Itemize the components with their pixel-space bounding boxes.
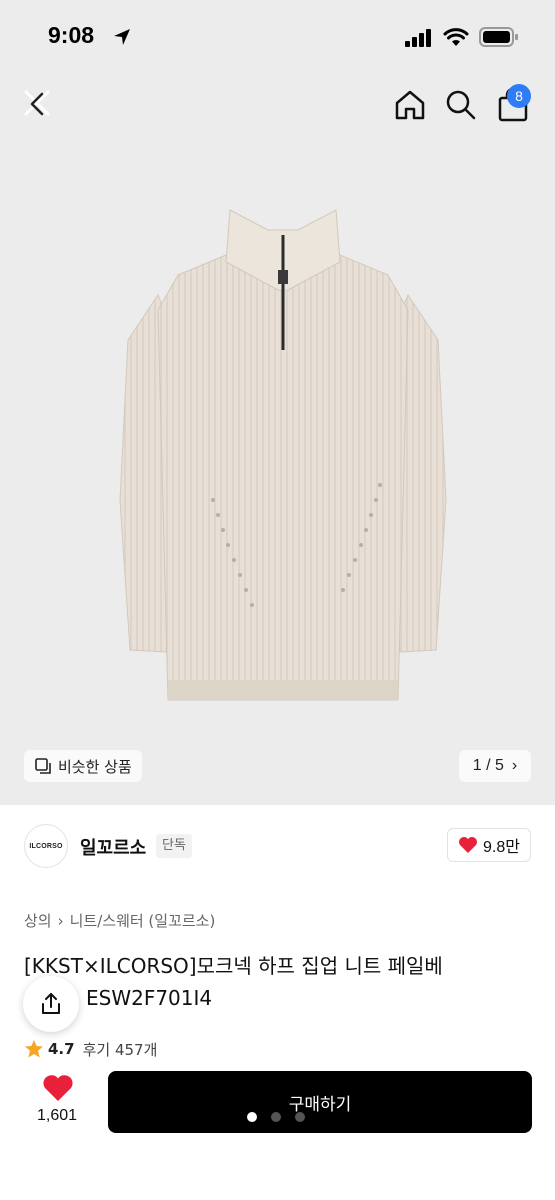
breadcrumb-item-top[interactable]: 상의 — [24, 912, 52, 930]
buy-button-label: 구매하기 — [288, 1094, 352, 1115]
page-dot — [271, 1112, 281, 1122]
chevron-right-icon: › — [57, 912, 64, 930]
review-count: 후기 457개 — [82, 1040, 158, 1059]
rating-score: 4.7 — [48, 1040, 75, 1058]
breadcrumb: 상의 › 니트/스웨터 (일꼬르소) — [24, 910, 215, 931]
exclusive-badge: 단독 — [156, 834, 192, 858]
close-icon[interactable] — [20, 86, 54, 120]
brand-like-button[interactable]: 9.8만 — [447, 828, 531, 862]
page-dot — [295, 1112, 305, 1122]
brand-like-count: 9.8만 — [483, 839, 520, 856]
cellular-signal-icon — [405, 29, 431, 47]
battery-icon — [479, 27, 518, 47]
product-screen: 9:08 8 비슷한 상품 1 / 5 › ILCORSO 일꼬르소 단독 9.… — [0, 0, 555, 1200]
page-indicator — [247, 1112, 319, 1122]
star-icon — [25, 1040, 43, 1058]
similar-products-button[interactable]: 비슷한 상품 — [24, 750, 142, 782]
brand-logo[interactable]: ILCORSO — [24, 824, 68, 868]
rating-row[interactable]: 4.7 후기 457개 — [24, 1040, 157, 1058]
page-dot-active — [247, 1112, 257, 1122]
cart-count-badge: 8 — [507, 84, 531, 108]
search-icon[interactable] — [444, 88, 478, 122]
like-heart-icon[interactable] — [42, 1074, 74, 1102]
chevron-right-icon: › — [511, 757, 518, 774]
location-arrow-icon — [114, 29, 130, 45]
heart-icon — [459, 837, 478, 853]
product-title: [KKST×ILCORSO]모크넥 하프 집업 니트 페일베 — [24, 954, 443, 978]
status-time: 9:08 — [48, 22, 95, 48]
wifi-icon — [443, 28, 469, 46]
image-pager-button[interactable]: 1 / 5 › — [459, 750, 531, 782]
like-count: 1,601 — [36, 1107, 78, 1124]
share-button[interactable] — [23, 976, 79, 1032]
buy-button[interactable]: 구매하기 — [108, 1071, 532, 1133]
share-icon — [42, 993, 60, 1014]
similar-products-label: 비슷한 상품 — [58, 757, 132, 776]
breadcrumb-item-knit[interactable]: 니트/스웨터 (일꼬르소) — [70, 912, 216, 930]
image-pager-label: 1 / 5 — [472, 757, 504, 774]
home-icon[interactable] — [393, 88, 427, 122]
status-bar: 9:08 — [0, 0, 555, 78]
product-image[interactable] — [118, 200, 448, 720]
similar-products-icon — [35, 758, 51, 774]
brand-name[interactable]: 일꼬르소 — [80, 834, 146, 860]
